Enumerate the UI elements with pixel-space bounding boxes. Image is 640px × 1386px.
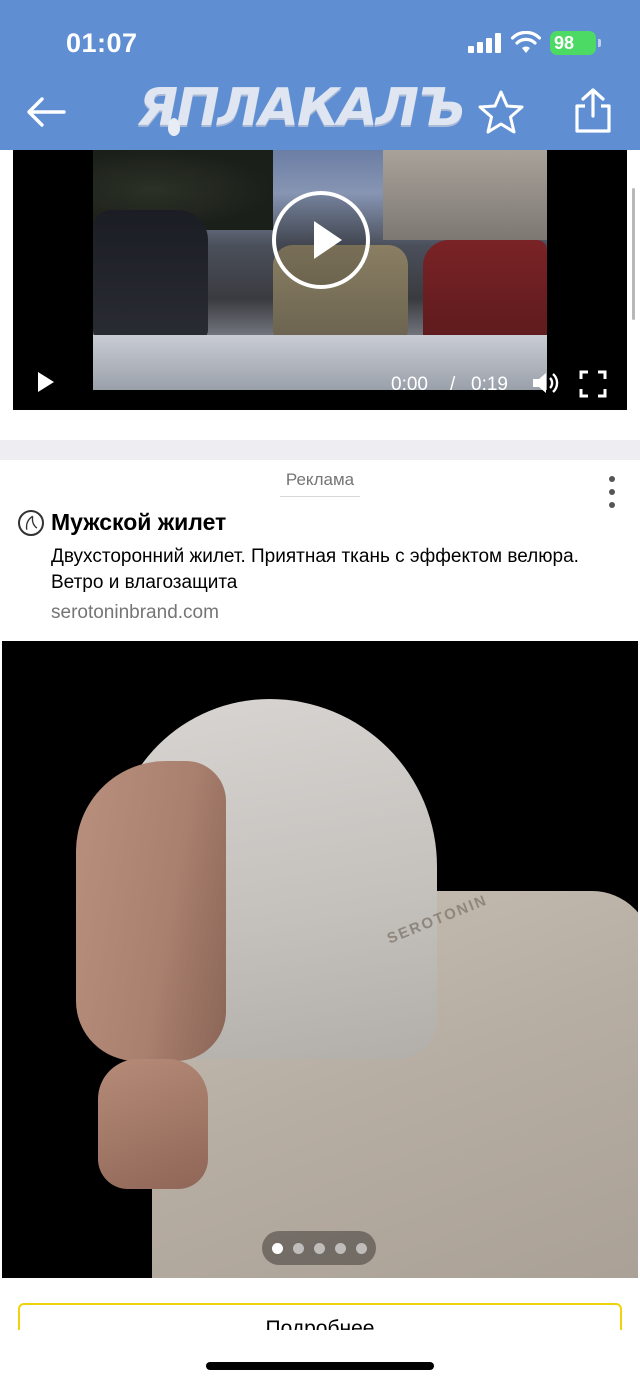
carousel-dot-active[interactable]	[272, 1243, 283, 1254]
home-indicator[interactable]	[206, 1362, 434, 1370]
ad-title[interactable]: Мужской жилет	[51, 509, 226, 536]
share-icon[interactable]	[570, 86, 616, 136]
big-play-icon[interactable]	[272, 191, 370, 289]
video-duration: 0:19	[471, 374, 508, 395]
carousel-indicator[interactable]	[262, 1231, 376, 1265]
app-header: 01:07 98 ЯПЛАКАЛЪ	[0, 0, 640, 150]
star-icon[interactable]	[476, 88, 526, 138]
ad-domain[interactable]: serotoninbrand.com	[51, 602, 219, 624]
cellular-signal-icon	[468, 33, 502, 53]
page-scrollbar[interactable]	[632, 188, 635, 320]
carousel-dot[interactable]	[314, 1243, 325, 1254]
more-options-icon[interactable]	[604, 476, 620, 512]
carousel-dot[interactable]	[356, 1243, 367, 1254]
wifi-icon	[511, 31, 541, 53]
battery-level: 98	[554, 33, 575, 53]
bottom-safe-area	[0, 1330, 640, 1386]
model-face	[76, 761, 226, 1061]
advertiser-logo-icon	[18, 510, 44, 536]
volume-icon[interactable]	[531, 370, 561, 396]
section-divider	[0, 440, 640, 460]
carousel-dot[interactable]	[293, 1243, 304, 1254]
ad-label: Реклама	[280, 470, 360, 497]
status-time: 01:07	[66, 28, 138, 58]
back-arrow-icon[interactable]	[20, 88, 70, 136]
ad-description: Двухсторонний жилет. Приятная ткань с эф…	[51, 546, 579, 593]
ad-card[interactable]: Реклама Мужской жилет Двухсторонний жиле…	[0, 460, 640, 1363]
ad-image[interactable]: SEROTONIN	[2, 641, 638, 1278]
play-icon[interactable]	[38, 372, 54, 392]
video-time-separator: /	[450, 374, 456, 395]
video-current-time: 0:00	[391, 374, 428, 395]
model-hand	[98, 1059, 208, 1189]
video-player[interactable]: 0:00 / 0:19	[13, 150, 627, 410]
carousel-dot[interactable]	[335, 1243, 346, 1254]
site-logo[interactable]: ЯПЛАКАЛЪ	[138, 78, 466, 138]
page: 01:07 98 ЯПЛАКАЛЪ 0:00 / 0:19 Реклама Му…	[0, 0, 640, 1386]
battery-indicator: 98	[550, 31, 601, 55]
logo-tear-drop	[168, 118, 180, 136]
fullscreen-icon[interactable]	[579, 370, 607, 398]
